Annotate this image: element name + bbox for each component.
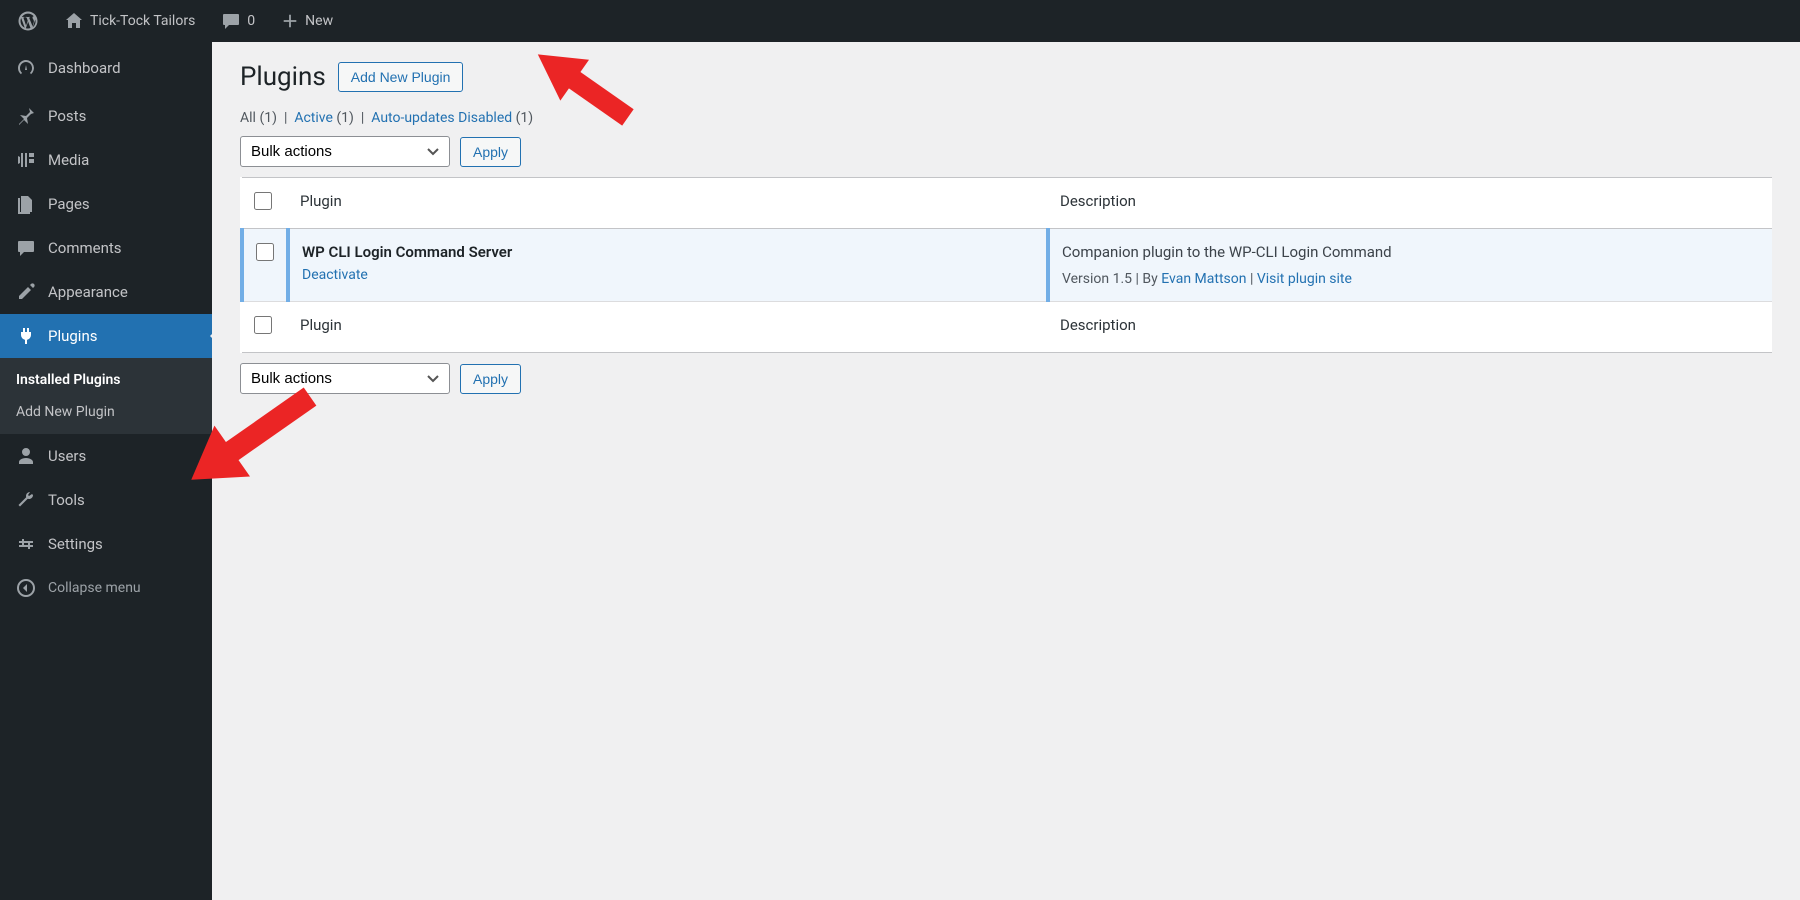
sidebar-item-plugins[interactable]: Plugins xyxy=(0,314,212,358)
new-content-link[interactable]: New xyxy=(275,12,339,30)
deactivate-link[interactable]: Deactivate xyxy=(302,267,368,283)
select-all-checkbox-top[interactable] xyxy=(254,192,272,210)
plugin-author-link[interactable]: Evan Mattson xyxy=(1161,271,1246,287)
sidebar-item-pages[interactable]: Pages xyxy=(0,182,212,226)
admin-sidebar: Dashboard Posts Media Pages Comments App… xyxy=(0,42,212,900)
filter-links: All (1) | Active (1) | Auto-updates Disa… xyxy=(240,110,1772,126)
sidebar-item-label: Posts xyxy=(48,107,86,125)
add-new-plugin-button[interactable]: Add New Plugin xyxy=(338,62,464,92)
col-description[interactable]: Description xyxy=(1048,178,1772,229)
dashboard-icon xyxy=(16,58,36,78)
sidebar-item-label: Comments xyxy=(48,239,122,257)
site-link[interactable]: Tick-Tock Tailors xyxy=(58,11,201,31)
plugin-description: Companion plugin to the WP-CLI Login Com… xyxy=(1062,243,1760,261)
page-title: Plugins xyxy=(240,62,326,92)
plugins-submenu: Installed Plugins Add New Plugin xyxy=(0,358,212,434)
apply-button-top[interactable]: Apply xyxy=(460,137,521,167)
table-header-row: Plugin Description xyxy=(242,178,1772,229)
filter-autoupdates-disabled[interactable]: Auto-updates Disabled (1) xyxy=(371,110,533,126)
table-footer-row: Plugin Description xyxy=(242,302,1772,353)
visit-plugin-site-link[interactable]: Visit plugin site xyxy=(1257,271,1352,287)
user-icon xyxy=(16,446,36,466)
sidebar-item-label: Settings xyxy=(48,535,103,553)
sidebar-item-tools[interactable]: Tools xyxy=(0,478,212,522)
sidebar-item-media[interactable]: Media xyxy=(0,138,212,182)
filter-active[interactable]: Active (1) xyxy=(294,110,357,126)
comment-icon xyxy=(221,11,241,31)
content-area: Plugins Add New Plugin All (1) | Active … xyxy=(212,42,1800,900)
sidebar-item-appearance[interactable]: Appearance xyxy=(0,270,212,314)
comments-count: 0 xyxy=(247,13,255,29)
site-name: Tick-Tock Tailors xyxy=(90,13,195,29)
wp-logo[interactable] xyxy=(12,11,44,31)
tools-icon xyxy=(16,490,36,510)
sidebar-item-comments[interactable]: Comments xyxy=(0,226,212,270)
plus-icon xyxy=(281,12,299,30)
home-icon xyxy=(64,11,84,31)
tablenav-top: Bulk actions Apply xyxy=(240,136,1772,167)
plugin-version: Version 1.5 xyxy=(1062,271,1132,287)
tablenav-bottom: Bulk actions Apply xyxy=(240,363,1772,394)
media-icon xyxy=(16,150,36,170)
select-all-checkbox-bottom[interactable] xyxy=(254,316,272,334)
settings-icon xyxy=(16,534,36,554)
col-description-foot[interactable]: Description xyxy=(1048,302,1772,353)
apply-button-bottom[interactable]: Apply xyxy=(460,364,521,394)
sidebar-item-dashboard[interactable]: Dashboard xyxy=(0,42,212,94)
sidebar-item-posts[interactable]: Posts xyxy=(0,94,212,138)
plugin-name: WP CLI Login Command Server xyxy=(302,243,1034,261)
sidebar-item-label: Media xyxy=(48,151,89,169)
bulk-actions-select-bottom[interactable]: Bulk actions xyxy=(240,363,450,394)
sidebar-item-label: Plugins xyxy=(48,327,97,345)
pages-icon xyxy=(16,194,36,214)
sidebar-item-label: Users xyxy=(48,447,86,465)
bulk-actions-select-top[interactable]: Bulk actions xyxy=(240,136,450,167)
appearance-icon xyxy=(16,282,36,302)
submenu-installed-plugins[interactable]: Installed Plugins xyxy=(0,364,212,396)
plugins-table: Plugin Description WP CLI Login Command … xyxy=(240,177,1772,353)
admin-toolbar: Tick-Tock Tailors 0 New xyxy=(0,0,1800,42)
page-header: Plugins Add New Plugin xyxy=(240,62,1772,92)
collapse-menu[interactable]: Collapse menu xyxy=(0,566,212,610)
select-plugin-checkbox[interactable] xyxy=(256,243,274,261)
sidebar-item-label: Dashboard xyxy=(48,59,121,77)
sidebar-item-label: Pages xyxy=(48,195,90,213)
filter-all[interactable]: All (1) xyxy=(240,110,280,126)
col-plugin-foot[interactable]: Plugin xyxy=(288,302,1048,353)
new-label: New xyxy=(305,13,333,29)
pin-icon xyxy=(16,106,36,126)
collapse-icon xyxy=(16,578,36,598)
wordpress-icon xyxy=(18,11,38,31)
sidebar-item-label: Appearance xyxy=(48,283,128,301)
sidebar-item-settings[interactable]: Settings xyxy=(0,522,212,566)
collapse-label: Collapse menu xyxy=(48,580,141,596)
col-plugin[interactable]: Plugin xyxy=(288,178,1048,229)
sidebar-item-users[interactable]: Users xyxy=(0,434,212,478)
plugin-meta: Version 1.5 | By Evan Mattson | Visit pl… xyxy=(1062,271,1760,287)
plugin-icon xyxy=(16,326,36,346)
plugin-row: WP CLI Login Command Server Deactivate C… xyxy=(242,229,1772,302)
comments-link[interactable]: 0 xyxy=(215,11,261,31)
submenu-add-new-plugin[interactable]: Add New Plugin xyxy=(0,396,212,428)
sidebar-item-label: Tools xyxy=(48,491,85,509)
comment-icon xyxy=(16,238,36,258)
